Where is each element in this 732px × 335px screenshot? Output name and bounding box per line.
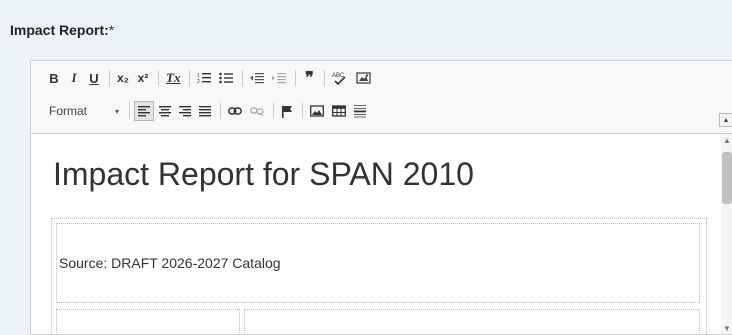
blockquote-button[interactable]: ❞	[300, 68, 318, 88]
align-center-icon	[159, 105, 171, 117]
table-cell-source[interactable]: Source: DRAFT 2026-2027 Catalog	[56, 223, 700, 303]
triangle-up-icon: ▲	[722, 116, 730, 124]
outdent-icon	[250, 72, 265, 84]
horizontal-rule-button[interactable]	[351, 101, 369, 121]
image-icon	[310, 105, 324, 117]
link-icon	[228, 106, 242, 116]
format-dropdown[interactable]: Format ▾	[45, 101, 123, 121]
spellcheck-button[interactable]: ABC	[329, 68, 351, 88]
scroll-up-icon[interactable]: ▲	[721, 134, 732, 146]
separator	[242, 70, 244, 86]
image-button[interactable]	[353, 68, 375, 88]
bulleted-list-button[interactable]	[216, 68, 236, 88]
svg-text:2: 2	[197, 79, 200, 84]
indent-button[interactable]	[269, 68, 289, 88]
table-icon	[332, 105, 346, 117]
separator	[295, 70, 297, 86]
link-button[interactable]	[225, 101, 245, 121]
rich-text-editor: B I U x₂ x² Tx 12 ❞ ABC Format ▾ ▲ Impac…	[30, 60, 732, 335]
numbered-list-button[interactable]: 12	[194, 68, 214, 88]
unlink-icon	[250, 106, 264, 116]
separator	[109, 70, 110, 86]
insert-image-button[interactable]	[307, 101, 327, 121]
table-cell[interactable]	[56, 309, 240, 334]
outdent-button[interactable]	[247, 68, 267, 88]
image-icon	[356, 71, 372, 85]
numbered-list-icon: 12	[197, 72, 212, 84]
format-label: Format	[49, 104, 88, 118]
superscript-button[interactable]: x²	[134, 68, 152, 88]
italic-button[interactable]: I	[65, 68, 83, 88]
align-right-icon	[179, 105, 191, 117]
required-mark: *	[108, 22, 115, 38]
collapse-toolbar-button[interactable]: ▲	[719, 113, 732, 127]
editor-toolbar: B I U x₂ x² Tx 12 ❞ ABC Format ▾ ▲	[31, 61, 732, 134]
separator	[302, 103, 303, 119]
remove-format-button[interactable]: Tx	[163, 68, 183, 88]
editor-content-area[interactable]: Impact Report for SPAN 2010 Source: DRAF…	[31, 134, 721, 334]
separator	[158, 70, 160, 86]
horizontal-rule-icon	[354, 104, 366, 118]
anchor-button[interactable]	[278, 101, 296, 121]
align-left-button[interactable]	[134, 101, 154, 121]
content-table: Source: DRAFT 2026-2027 Catalog	[51, 218, 707, 334]
scroll-thumb[interactable]	[722, 152, 732, 204]
document-title: Impact Report for SPAN 2010	[53, 156, 474, 192]
justify-icon	[199, 105, 211, 117]
toolbar-row-2: Format ▾	[45, 100, 371, 122]
subscript-button[interactable]: x₂	[114, 68, 132, 88]
separator	[220, 103, 221, 119]
separator	[129, 103, 130, 119]
bold-button[interactable]: B	[45, 68, 63, 88]
indent-icon	[272, 72, 287, 84]
scroll-down-icon[interactable]: ▼	[721, 322, 732, 334]
separator	[273, 103, 274, 119]
bulleted-list-icon	[219, 72, 234, 84]
align-left-icon	[138, 105, 150, 117]
align-center-button[interactable]	[156, 101, 174, 121]
chevron-down-icon: ▾	[114, 106, 119, 116]
separator	[189, 70, 191, 86]
underline-button[interactable]: U	[85, 68, 103, 88]
separator	[324, 70, 326, 86]
align-right-button[interactable]	[176, 101, 194, 121]
impact-report-label: Impact Report:*	[10, 22, 114, 38]
flag-icon	[281, 105, 293, 118]
spellcheck-icon: ABC	[332, 71, 348, 85]
justify-button[interactable]	[196, 101, 214, 121]
label-text: Impact Report:	[10, 22, 109, 38]
source-text: Source: DRAFT 2026-2027 Catalog	[59, 255, 281, 271]
unlink-button[interactable]	[247, 101, 267, 121]
table-button[interactable]	[329, 101, 349, 121]
table-cell[interactable]	[244, 309, 700, 334]
vertical-scrollbar[interactable]: ▲ ▼	[721, 134, 732, 334]
toolbar-row-1: B I U x₂ x² Tx 12 ❞ ABC	[45, 67, 377, 89]
